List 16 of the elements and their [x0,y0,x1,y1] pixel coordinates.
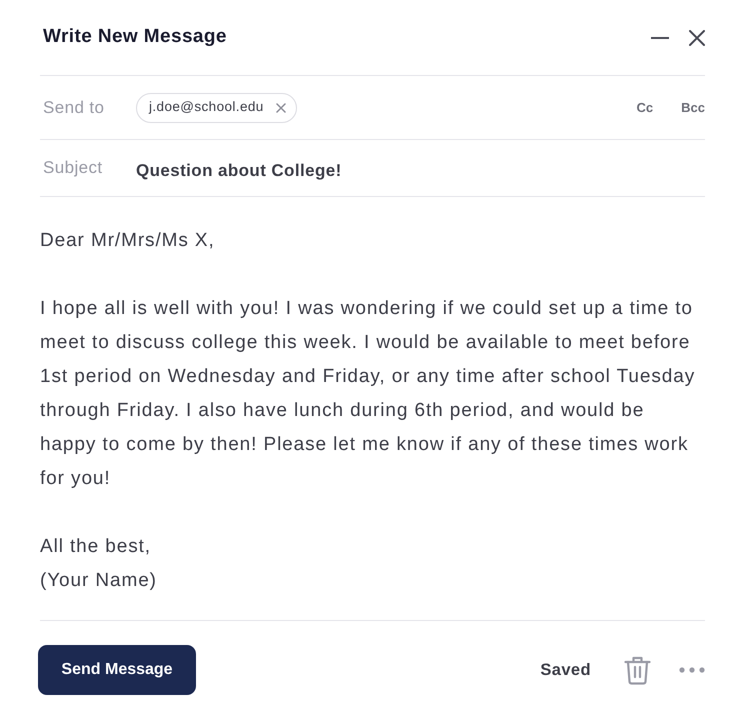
save-status: Saved [540,660,591,681]
more-options-icon[interactable] [679,667,705,673]
add-recipient-link[interactable]: Cc [636,98,654,118]
trash-icon[interactable] [624,656,651,684]
add-recipient-link[interactable]: Bcc [681,98,705,118]
send-message-button[interactable]: Send Message [38,645,196,695]
field-label: Send to [43,96,106,119]
window-title: Write New Message [43,26,227,49]
field-label: Subject [43,157,104,180]
message-body-field[interactable]: Dear Mr/Mrs/Ms X, I hope all is well with you! I was wondering if we could set up a time to meet to discuss college this week. I would be available to meet before 1st period on Wednesday and Friday, or any time after school Tuesday through Friday. I also have lunch during 6th period, and would be happy to come by then! Please let me know if any of these times work for you! All the best, (Your Name) [40,197,705,621]
recipient-address: j.doe@school.edu [149,98,264,116]
recipient-chip[interactable]: j.doe@school.edu [136,92,297,122]
minimize-icon[interactable] [651,36,669,38]
subject-field[interactable]: Question about College! [136,158,466,184]
close-icon[interactable] [689,30,705,46]
remove-icon[interactable] [276,102,286,112]
